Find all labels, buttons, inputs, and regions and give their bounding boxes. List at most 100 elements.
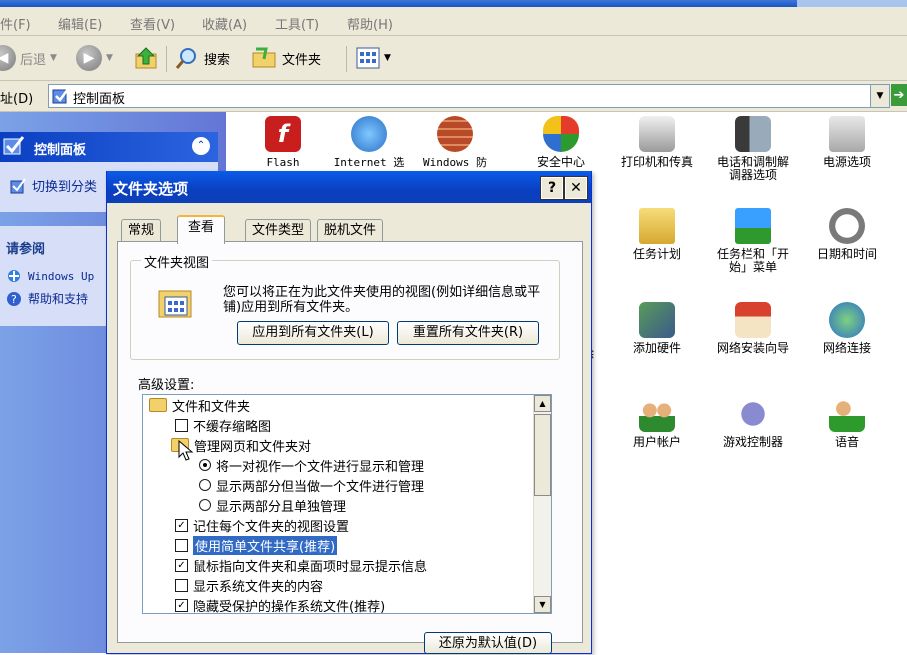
cp-item-power[interactable]: 电源选项 (806, 116, 888, 169)
windows-update-icon (8, 270, 20, 282)
list-item[interactable]: 使用简单文件共享(推荐) (175, 535, 338, 555)
list-item[interactable]: ✓ 隐藏受保护的操作系统文件(推荐) (175, 595, 385, 613)
cp-item-label: 任务栏和「开始」菜单 (716, 247, 789, 274)
scroll-up-icon[interactable]: ▲ (534, 395, 551, 412)
scroll-down-icon[interactable]: ▼ (534, 596, 551, 613)
views-button[interactable]: ▼ (356, 42, 391, 74)
folder-views-description: 您可以将正在为此文件夹使用的视图(例如详细信息或平铺)应用到所有文件夹。 (223, 285, 541, 315)
radio-button[interactable] (199, 459, 211, 471)
collapse-icon[interactable]: ⌃ (192, 137, 210, 155)
checkbox[interactable] (175, 578, 188, 592)
radio-button[interactable] (199, 499, 211, 511)
go-arrow-icon: ➔ (893, 87, 905, 103)
folders-button[interactable]: 文件夹 (250, 42, 321, 74)
cp-item-network-setup[interactable]: 网络安装向导 (712, 302, 794, 355)
address-input[interactable]: 控制面板 ▼ (48, 84, 890, 108)
radio-button[interactable] (199, 479, 211, 491)
phone-icon (735, 116, 771, 152)
see-also-header: 请参阅 (6, 242, 46, 257)
speech-icon (829, 396, 865, 432)
cp-item-label: 网络安装向导 (716, 341, 789, 355)
restore-defaults-button[interactable]: 还原为默认值(D) (424, 632, 552, 654)
list-item-label: 将一对视作一个文件进行显示和管理 (216, 459, 425, 475)
checkbox[interactable] (175, 538, 188, 552)
cp-item-speech[interactable]: 语音 (806, 396, 888, 449)
tab-file-types[interactable]: 文件类型 (245, 219, 312, 242)
list-item[interactable]: ✓ 鼠标指向文件夹和桌面项时显示提示信息 (175, 555, 427, 575)
house-network-icon (735, 302, 771, 338)
users-icon (639, 396, 675, 432)
list-item[interactable]: 将一对视作一个文件进行显示和管理 (199, 455, 424, 475)
list-item[interactable]: ✓ 记住每个文件夹的视图设置 (175, 515, 349, 535)
dialog-title-bar[interactable]: 文件夹选项 ? ✕ (107, 171, 591, 203)
cp-item-add-hardware[interactable]: 添加硬件 (616, 302, 698, 355)
toolbar-separator (346, 46, 347, 72)
menu-view[interactable]: 查看(V) (130, 14, 175, 33)
reset-all-folders-button[interactable]: 重置所有文件夹(R) (397, 321, 539, 345)
cp-item-security-center[interactable]: 安全中心 (520, 116, 602, 169)
list-item[interactable]: 不缓存缩略图 (175, 415, 271, 435)
cp-item-label: 打印机和传真 (620, 155, 693, 169)
cp-item-printers[interactable]: 打印机和传真 (616, 116, 698, 169)
cp-item-label: Internet 选 (333, 156, 405, 169)
cp-item-phone-modem[interactable]: 电话和调制解调器选项 (712, 116, 794, 182)
view-grid-icon (356, 47, 380, 69)
list-item-label: 使用简单文件共享(推荐) (193, 535, 338, 555)
list-item[interactable]: 显示系统文件夹的内容 (175, 575, 323, 595)
up-button[interactable] (132, 42, 160, 74)
cp-item-label: 任务计划 (632, 247, 681, 261)
list-item[interactable]: 文件和文件夹 (149, 395, 250, 415)
forward-button[interactable]: ▶ ▼ (76, 42, 113, 74)
control-panel-icon (10, 177, 26, 193)
menu-help[interactable]: 帮助(H) (347, 14, 393, 33)
menu-edit[interactable]: 编辑(E) (58, 14, 102, 33)
cp-item-taskbar-start[interactable]: 任务栏和「开始」菜单 (712, 208, 794, 274)
cp-item-internet[interactable]: Internet 选 (328, 116, 410, 169)
cp-item-game-controllers[interactable]: 游戏控制器 (712, 396, 794, 449)
task-pane-header[interactable]: 控制面板 ⌃ (0, 132, 218, 162)
chevron-down-icon: ▼ (106, 53, 113, 63)
tab-general[interactable]: 常规 (121, 219, 162, 242)
cp-item-network-connections[interactable]: 网络连接 (806, 302, 888, 355)
cp-item-firewall[interactable]: Windows 防 (414, 116, 496, 169)
checkbox[interactable]: ✓ (175, 598, 188, 612)
windows-update-link[interactable]: Windows Up (6, 268, 94, 284)
scrollbar-thumb[interactable] (534, 414, 551, 496)
gamepad-icon (735, 396, 771, 432)
address-label: 址(D) (0, 92, 34, 107)
folders-label: 文件夹 (282, 52, 322, 68)
window-title-strip (0, 0, 907, 7)
checkbox[interactable] (175, 418, 188, 432)
dialog-close-button[interactable]: ✕ (564, 176, 588, 200)
list-item[interactable]: 显示两部分且单独管理 (199, 495, 346, 515)
menu-file[interactable]: 件(F) (0, 14, 31, 33)
switch-to-category-link[interactable]: 切换到分类 (10, 176, 97, 195)
vertical-scrollbar[interactable]: ▲ ▼ (533, 395, 551, 613)
back-button[interactable]: ◀ 后退 ▼ (0, 42, 57, 74)
cp-item-task-scheduler[interactable]: 任务计划 (616, 208, 698, 261)
go-button[interactable]: ➔ (891, 84, 907, 106)
list-item[interactable]: 显示两部分但当做一个文件进行管理 (199, 475, 424, 495)
checkbox[interactable]: ✓ (175, 518, 188, 532)
cp-item-flash[interactable]: f Flash (242, 116, 324, 169)
menu-favorites[interactable]: 收藏(A) (202, 14, 247, 33)
cp-item-user-accounts[interactable]: 用户帐户 (616, 396, 698, 449)
back-label: 后退 (20, 52, 47, 68)
search-button[interactable]: 搜索 (174, 42, 230, 74)
search-label: 搜索 (204, 52, 231, 68)
tab-offline-files[interactable]: 脱机文件 (317, 219, 384, 242)
folder-icon (149, 398, 167, 412)
menu-tools[interactable]: 工具(T) (275, 14, 319, 33)
list-item-label: 文件和文件夹 (172, 399, 251, 415)
address-dropdown-button[interactable]: ▼ (870, 85, 889, 107)
mouse-cursor-icon (178, 440, 194, 461)
help-support-link[interactable]: ? 帮助和支持 (6, 290, 88, 307)
dialog-help-button[interactable]: ? (540, 176, 564, 200)
advanced-settings-list[interactable]: 文件和文件夹 不缓存缩略图 管理网页和文件夹对 将一对视作一个文件进行显示和管理… (142, 394, 552, 614)
folder-views-title: 文件夹视图 (141, 252, 213, 271)
apply-to-all-folders-button[interactable]: 应用到所有文件夹(L) (237, 321, 389, 345)
folder-up-icon (135, 47, 157, 69)
cp-item-date-time[interactable]: 日期和时间 (806, 208, 888, 261)
tab-view[interactable]: 查看 (177, 215, 226, 244)
checkbox[interactable]: ✓ (175, 558, 188, 572)
